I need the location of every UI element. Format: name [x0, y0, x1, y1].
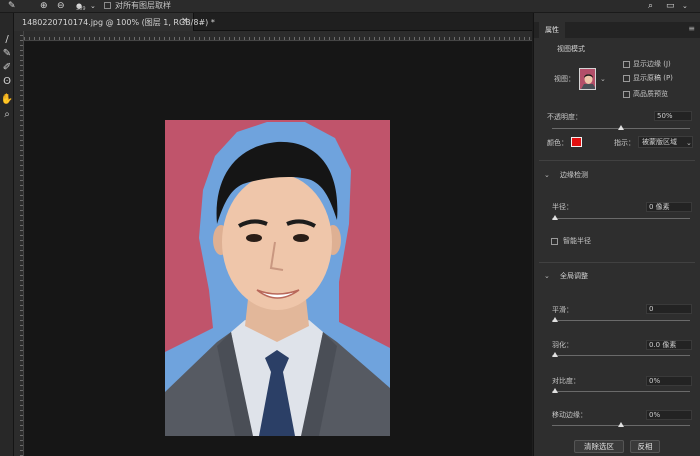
shift-edge-label: 移动边缘： [552, 411, 587, 419]
divider [539, 262, 695, 263]
invert-button[interactable]: 反相 [630, 440, 660, 453]
panel-tab-bar: 属性 ≡ [534, 22, 700, 38]
quick-selection-icon[interactable]: ✎ [0, 47, 14, 61]
view-dropdown-icon[interactable]: ⌄ [600, 75, 606, 83]
brush-icon[interactable]: / [0, 33, 14, 47]
add-to-selection-icon[interactable]: ⊕ [40, 0, 48, 12]
hq-preview-label: 高品质预览 [633, 90, 668, 98]
radius-label: 半径： [552, 203, 573, 211]
subtract-from-selection-icon[interactable]: ⊖ [57, 0, 65, 12]
chevron-down-icon[interactable]: ⌄ [544, 171, 550, 179]
opacity-input[interactable]: 50% [654, 111, 692, 121]
feather-slider-knob[interactable] [552, 352, 558, 357]
show-edge-checkbox[interactable] [623, 61, 630, 68]
properties-panel: 属性 ≡ 视图模式 视图： ⌄ 显示边缘 (J) 显示原稿 (P) 高品质预览 … [533, 13, 700, 456]
global-refine-heading[interactable]: 全局调整 [560, 272, 588, 281]
tab-properties[interactable]: 属性 [539, 22, 565, 38]
workspace-icon[interactable]: ▭ [666, 0, 675, 12]
feather-label: 羽化： [552, 341, 573, 349]
divider [539, 160, 695, 161]
indicate-label: 指示： [614, 139, 635, 147]
portrait-illustration [165, 122, 390, 436]
panel-menu-icon[interactable]: ≡ [688, 24, 695, 33]
contrast-label: 对比度： [552, 377, 580, 385]
radius-slider-track[interactable] [552, 218, 690, 219]
indicate-dropdown[interactable]: 被蒙版区域 [638, 136, 693, 148]
smart-radius-label: 智能半径 [563, 237, 591, 245]
show-original-checkbox[interactable] [623, 75, 630, 82]
shift-edge-input[interactable]: 0% [646, 410, 692, 420]
tools-panel: / ✎ ✐ ʘ ✋ ⌕ [0, 13, 14, 456]
shift-edge-slider-knob[interactable] [618, 422, 624, 427]
zoom-icon[interactable]: ⌕ [0, 108, 14, 122]
contrast-slider-track[interactable] [552, 391, 690, 392]
contrast-input[interactable]: 0% [646, 376, 692, 386]
radius-input[interactable]: 0 像素 [646, 202, 692, 212]
view-thumbnail[interactable] [579, 68, 596, 90]
document-window: 1480220710174.jpg @ 100% (图层 1, RGB/8#) … [14, 13, 532, 456]
clear-selection-button[interactable]: 清除选区 [574, 440, 624, 453]
chevron-down-icon[interactable]: ⌄ [544, 272, 550, 280]
workspace-dropdown-icon[interactable]: ⌄ [682, 0, 688, 12]
vertical-ruler [14, 31, 24, 456]
hand-icon[interactable]: ✋ [0, 93, 14, 107]
options-bar: ✎ ⊕ ⊖ ● 309 ⌄ 对所有图层取样 ⌕ ▭ ⌄ [0, 0, 700, 13]
view-mode-heading: 视图模式 [557, 45, 585, 53]
mask-color-swatch[interactable] [571, 137, 582, 147]
view-label: 视图： [554, 75, 575, 83]
search-icon[interactable]: ⌕ [648, 0, 653, 12]
smooth-input[interactable]: 0 [646, 304, 692, 314]
view-thumbnail-image [580, 69, 595, 89]
lasso-icon[interactable]: ʘ [0, 75, 14, 89]
feather-input[interactable]: 0.0 像素 [646, 340, 692, 350]
contrast-slider-knob[interactable] [552, 388, 558, 393]
feather-slider-track[interactable] [552, 355, 690, 356]
color-label: 颜色： [547, 139, 568, 147]
smart-radius-checkbox[interactable] [551, 238, 558, 245]
close-icon[interactable]: × [181, 16, 189, 26]
portrait-photo[interactable] [165, 120, 390, 436]
smooth-label: 平滑： [552, 306, 573, 314]
refine-edge-brush-icon[interactable]: ✐ [0, 61, 14, 75]
document-tab[interactable]: 1480220710174.jpg @ 100% (图层 1, RGB/8#) … [14, 13, 215, 31]
indicate-value: 被蒙版区域 [642, 138, 677, 146]
sample-all-layers-checkbox[interactable] [104, 2, 111, 9]
sample-all-layers-label: 对所有图层取样 [115, 1, 171, 10]
smooth-slider-track[interactable] [552, 320, 690, 321]
show-original-label: 显示原稿 (P) [633, 74, 673, 82]
opacity-label: 不透明度： [547, 113, 582, 121]
hq-preview-checkbox[interactable] [623, 91, 630, 98]
pencil-icon[interactable]: ✎ [8, 0, 16, 12]
show-edge-label: 显示边缘 (J) [633, 60, 671, 68]
brush-size-value: 309 [76, 6, 86, 12]
chevron-down-icon[interactable]: ⌄ [90, 0, 96, 12]
smooth-slider-knob[interactable] [552, 317, 558, 322]
edge-detection-heading[interactable]: 边缘检测 [560, 171, 588, 180]
horizontal-ruler [24, 31, 532, 41]
opacity-slider-knob[interactable] [618, 125, 624, 130]
radius-slider-knob[interactable] [552, 215, 558, 220]
indicate-dropdown-chevron-icon[interactable]: ⌄ [686, 139, 692, 147]
document-tab-bar: 1480220710174.jpg @ 100% (图层 1, RGB/8#) … [14, 13, 532, 31]
